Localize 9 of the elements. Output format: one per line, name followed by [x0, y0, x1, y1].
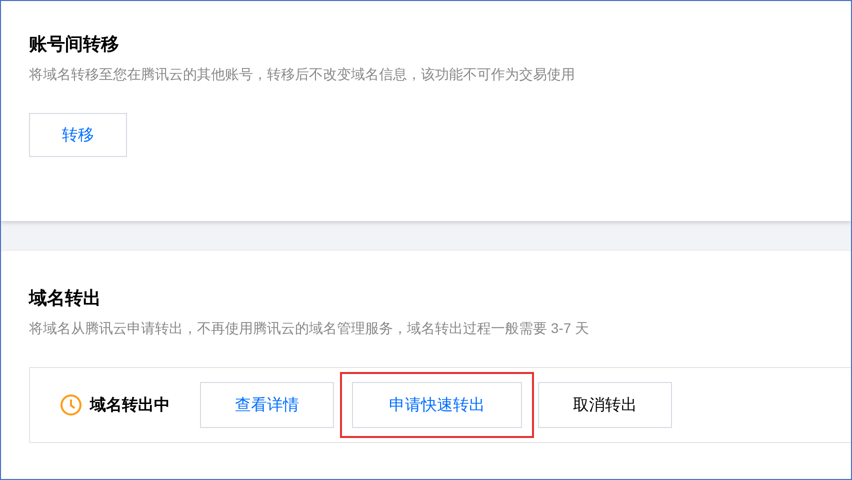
section-title: 账号间转移: [29, 33, 120, 56]
section-description: 将域名从腾讯云申请转出，不再使用腾讯云的域名管理服务，域名转出过程一般需要 3-7 天: [29, 319, 590, 338]
link-button[interactable]: 申请快速转出: [352, 382, 522, 428]
action-button[interactable]: 取消转出: [538, 382, 672, 428]
section-description: 将域名转移至您在腾讯云的其他账号，转移后不改变域名信息，该功能不可作为交易使用: [29, 65, 576, 84]
link-button[interactable]: 转移: [29, 113, 127, 157]
section-title: 域名转出: [29, 287, 102, 310]
status-label: 域名转出中: [90, 396, 170, 416]
link-button[interactable]: 查看详情: [200, 382, 334, 428]
